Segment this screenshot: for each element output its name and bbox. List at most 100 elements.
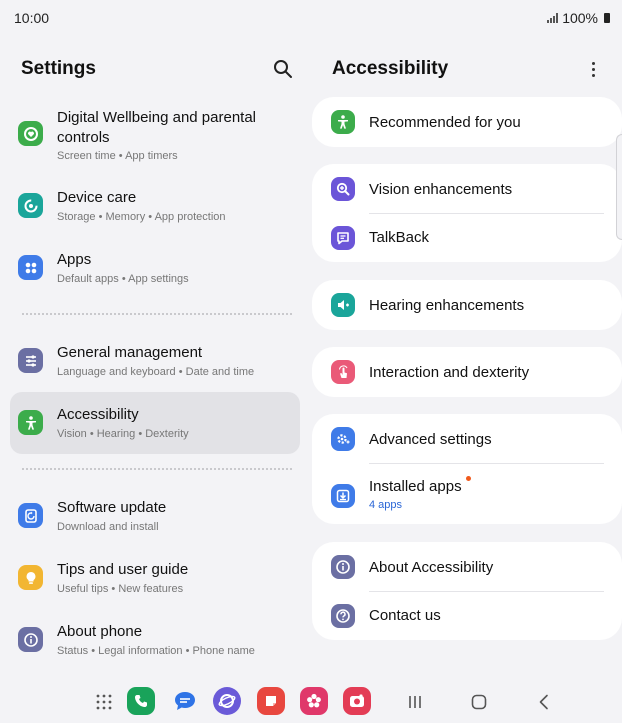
item-subtitle: Default apps • App settings xyxy=(57,272,189,286)
item-subtitle: Download and install xyxy=(57,520,159,534)
row-interaction-and-dexterity[interactable]: Interaction and dexterity xyxy=(312,348,622,396)
subtitle-part: Phone name xyxy=(192,645,255,657)
subtitle-separator: • xyxy=(108,583,119,595)
row-label: Advanced settings xyxy=(369,431,492,448)
subtitle-part: Default apps xyxy=(57,273,119,285)
subtitle-part: Vision xyxy=(57,428,87,440)
settings-item-accessibility[interactable]: Accessibility Vision • Hearing • Dexteri… xyxy=(10,392,300,454)
hearing-icon xyxy=(331,293,355,317)
row-installed-apps[interactable]: Installed apps 4 apps xyxy=(312,464,622,522)
home-button[interactable] xyxy=(467,690,491,714)
card-interaction: Interaction and dexterity xyxy=(312,347,622,397)
item-subtitle: Useful tips • New features xyxy=(57,582,183,596)
talkback-icon xyxy=(331,226,355,250)
section-divider xyxy=(22,313,292,315)
card-vision: Vision enhancements TalkBack xyxy=(312,164,622,262)
subtitle-part: Hearing xyxy=(96,428,136,440)
settings-item-tips[interactable]: Tips and user guide Useful tips • New fe… xyxy=(10,552,300,604)
gallery-app-icon[interactable] xyxy=(300,687,328,715)
row-label: About Accessibility xyxy=(369,559,494,576)
subtitle-part: Storage xyxy=(57,211,96,223)
more-options-button[interactable] xyxy=(586,58,600,80)
advanced-settings-icon xyxy=(331,427,355,451)
row-label: Interaction and dexterity xyxy=(369,364,530,381)
item-title: About phone xyxy=(57,623,143,640)
row-vision-enhancements[interactable]: Vision enhancements xyxy=(312,165,622,213)
subtitle-part: Dexterity xyxy=(145,428,189,440)
subtitle-part: Status xyxy=(57,645,89,657)
more-options-icon xyxy=(591,61,595,65)
row-label: Hearing enhancements xyxy=(369,297,525,314)
settings-item-apps[interactable]: Apps Default apps • App settings xyxy=(10,242,300,294)
card-about: About Accessibility Contact us xyxy=(312,542,622,640)
subtitle-part: Language and keyboard xyxy=(57,366,176,378)
row-sublabel: 4 apps xyxy=(369,499,403,511)
row-label: Vision enhancements xyxy=(369,181,513,198)
recents-icon xyxy=(409,696,421,708)
app-drawer-button[interactable] xyxy=(92,690,116,714)
accessibility-icon xyxy=(18,410,43,435)
back-button[interactable] xyxy=(532,690,556,714)
battery-icon xyxy=(604,13,610,23)
row-contact-us[interactable]: Contact us xyxy=(312,592,622,640)
item-subtitle: Storage • Memory • App protection xyxy=(57,210,226,224)
subtitle-separator: • xyxy=(88,645,99,657)
question-icon xyxy=(331,604,355,628)
camera-app-icon[interactable] xyxy=(343,687,371,715)
subtitle-part: Legal information xyxy=(98,645,183,657)
phone-app-icon[interactable] xyxy=(127,687,155,715)
row-about-accessibility[interactable]: About Accessibility xyxy=(312,543,622,591)
subtitle-part: New features xyxy=(118,583,184,595)
row-label: TalkBack xyxy=(369,229,430,246)
row-talkback[interactable]: TalkBack xyxy=(312,214,622,262)
settings-item-general-management[interactable]: General management Language and keyboard… xyxy=(10,335,300,387)
battery-percent: 100% xyxy=(562,10,598,26)
item-title: Device care xyxy=(57,189,137,206)
internet-app-icon[interactable] xyxy=(213,687,241,715)
recent-apps-button[interactable] xyxy=(403,690,427,714)
download-icon xyxy=(331,484,355,508)
subtitle-part: Memory xyxy=(105,211,146,223)
general-management-icon xyxy=(18,348,43,373)
subtitle-part: App timers xyxy=(125,150,178,162)
messages-app-icon[interactable] xyxy=(171,687,199,715)
touch-icon xyxy=(331,360,355,384)
subtitle-part: Download and install xyxy=(57,521,159,533)
item-subtitle: Screen time • App timers xyxy=(57,149,178,163)
row-advanced-settings[interactable]: Advanced settings xyxy=(312,415,622,463)
new-badge-dot xyxy=(466,476,471,481)
item-title: General management xyxy=(57,344,203,361)
apps-icon xyxy=(18,255,43,280)
row-label: Contact us xyxy=(369,607,441,624)
accessibility-pane: Accessibility Recommended for you Vision… xyxy=(312,40,622,680)
settings-item-device-care[interactable]: Device care Storage • Memory • App prote… xyxy=(10,180,300,232)
settings-item-digital-wellbeing[interactable]: Digital Wellbeing and parental controls … xyxy=(10,100,300,166)
subtitle-part: App protection xyxy=(154,211,226,223)
app-drawer-icon xyxy=(96,694,112,710)
row-label: Installed apps xyxy=(369,478,462,495)
subtitle-separator: • xyxy=(175,366,186,378)
search-button[interactable] xyxy=(272,58,294,80)
status-bar: 10:00 100% xyxy=(0,0,622,36)
notes-app-icon[interactable] xyxy=(257,687,285,715)
subtitle-separator: • xyxy=(182,645,193,657)
info-icon xyxy=(331,555,355,579)
subtitle-separator: • xyxy=(95,211,106,223)
subtitle-part: Useful tips xyxy=(57,583,109,595)
edge-panel-handle[interactable] xyxy=(616,134,622,240)
back-icon xyxy=(539,694,548,710)
settings-item-about-phone[interactable]: About phone Status • Legal information •… xyxy=(10,614,300,666)
row-hearing-enhancements[interactable]: Hearing enhancements xyxy=(312,281,622,329)
taskbar xyxy=(0,680,622,723)
status-time: 10:00 xyxy=(14,10,50,26)
item-title: Apps xyxy=(57,251,92,268)
row-recommended-for-you[interactable]: Recommended for you xyxy=(312,98,622,146)
section-divider xyxy=(22,468,292,470)
settings-item-software-update[interactable]: Software update Download and install xyxy=(10,490,300,542)
info-icon xyxy=(18,627,43,652)
item-title: Software update xyxy=(57,499,167,516)
subtitle-part: Screen time xyxy=(57,150,116,162)
accessibility-icon xyxy=(331,110,355,134)
signal-icon xyxy=(547,13,559,23)
software-update-icon xyxy=(18,503,43,528)
